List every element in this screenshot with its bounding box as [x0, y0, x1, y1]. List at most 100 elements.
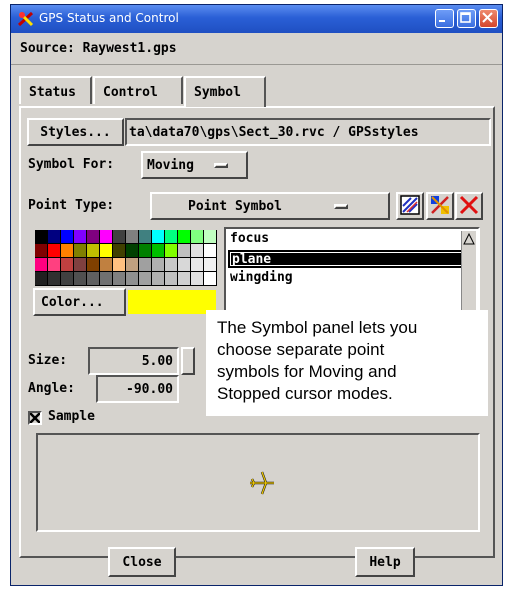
source-label: Source:	[20, 41, 75, 56]
palette-color-cell[interactable]	[35, 258, 48, 272]
source-value: Raywest1.gps	[82, 41, 177, 56]
size-unit-button[interactable]	[181, 347, 195, 375]
color-swatch	[128, 290, 216, 314]
palette-color-cell[interactable]	[178, 244, 191, 258]
note-line: symbols for Moving and	[217, 362, 397, 381]
palette-color-cell[interactable]	[152, 244, 165, 258]
palette-color-cell[interactable]	[204, 258, 217, 272]
palette-color-cell[interactable]	[204, 244, 217, 258]
palette-color-cell[interactable]	[35, 230, 48, 244]
palette-color-cell[interactable]	[152, 272, 165, 286]
palette-color-cell[interactable]	[100, 258, 113, 272]
palette-color-cell[interactable]	[191, 272, 204, 286]
palette-color-cell[interactable]	[165, 258, 178, 272]
palette-color-cell[interactable]	[191, 244, 204, 258]
maximize-button[interactable]	[457, 9, 476, 28]
palette-color-cell[interactable]	[152, 258, 165, 272]
gps-status-window: GPS Status and Control Source: Raywest1.…	[10, 4, 503, 586]
palette-color-cell[interactable]	[165, 230, 178, 244]
palette-color-cell[interactable]	[126, 258, 139, 272]
palette-color-cell[interactable]	[87, 272, 100, 286]
color-palette[interactable]	[35, 230, 217, 286]
palette-color-cell[interactable]	[87, 258, 100, 272]
angle-field[interactable]: -90.00	[96, 375, 179, 403]
minimize-button[interactable]	[435, 9, 454, 28]
palette-color-cell[interactable]	[74, 230, 87, 244]
palette-color-cell[interactable]	[204, 230, 217, 244]
palette-color-cell[interactable]	[126, 230, 139, 244]
tab-status[interactable]: Status	[19, 76, 92, 104]
list-item-plane[interactable]: plane	[228, 250, 468, 268]
dropdown-indicator-icon	[333, 204, 348, 209]
palette-color-cell[interactable]	[113, 272, 126, 286]
palette-color-cell[interactable]	[204, 272, 217, 286]
palette-color-cell[interactable]	[100, 272, 113, 286]
scroll-up-arrow-icon[interactable]	[462, 232, 476, 246]
dropdown-indicator-icon	[213, 163, 228, 168]
styles-button[interactable]: Styles...	[27, 118, 124, 146]
palette-color-cell[interactable]	[139, 272, 152, 286]
palette-color-cell[interactable]	[178, 272, 191, 286]
close-window-button[interactable]	[479, 9, 498, 28]
palette-color-cell[interactable]	[191, 230, 204, 244]
palette-color-cell[interactable]	[139, 230, 152, 244]
palette-color-cell[interactable]	[48, 258, 61, 272]
checkmark-icon	[30, 413, 40, 423]
palette-color-cell[interactable]	[87, 244, 100, 258]
palette-color-cell[interactable]	[165, 244, 178, 258]
size-field[interactable]: 5.00	[88, 347, 179, 375]
palette-color-cell[interactable]	[113, 244, 126, 258]
maximize-icon	[460, 12, 471, 23]
palette-color-cell[interactable]	[87, 230, 100, 244]
symbol-for-dropdown[interactable]: Moving	[141, 151, 248, 179]
title-bar[interactable]: GPS Status and Control	[11, 5, 502, 33]
point-type-dropdown[interactable]: Point Symbol	[150, 192, 390, 220]
palette-color-cell[interactable]	[178, 258, 191, 272]
palette-color-cell[interactable]	[48, 272, 61, 286]
point-type-value: Point Symbol	[188, 199, 282, 214]
draw-symbol-icon	[400, 195, 420, 215]
point-type-label: Point Type:	[28, 198, 115, 213]
symbol-for-label: Symbol For:	[28, 157, 115, 172]
palette-color-cell[interactable]	[139, 258, 152, 272]
palette-color-cell[interactable]	[178, 230, 191, 244]
palette-color-cell[interactable]	[48, 230, 61, 244]
palette-color-cell[interactable]	[126, 244, 139, 258]
annotation-note: The Symbol panel lets you choose separat…	[206, 310, 488, 416]
palette-color-cell[interactable]	[61, 230, 74, 244]
palette-color-cell[interactable]	[113, 258, 126, 272]
palette-color-cell[interactable]	[165, 272, 178, 286]
palette-color-cell[interactable]	[139, 244, 152, 258]
source-row: Source: Raywest1.gps	[11, 33, 502, 65]
palette-color-cell[interactable]	[61, 258, 74, 272]
list-item-focus[interactable]: focus	[228, 231, 468, 249]
palette-color-cell[interactable]	[74, 272, 87, 286]
sample-checkbox[interactable]	[28, 411, 42, 425]
palette-color-cell[interactable]	[113, 230, 126, 244]
palette-color-cell[interactable]	[191, 258, 204, 272]
tab-symbol[interactable]: Symbol	[184, 76, 266, 107]
close-button[interactable]: Close	[108, 547, 176, 577]
palette-color-cell[interactable]	[35, 272, 48, 286]
app-icon	[17, 11, 34, 27]
palette-color-cell[interactable]	[100, 244, 113, 258]
palette-color-cell[interactable]	[48, 244, 61, 258]
list-item-wingding[interactable]: wingding	[228, 270, 468, 288]
palette-color-cell[interactable]	[35, 244, 48, 258]
multi-symbol-button[interactable]	[426, 192, 454, 220]
help-button[interactable]: Help	[355, 547, 415, 577]
palette-color-cell[interactable]	[61, 244, 74, 258]
palette-color-cell[interactable]	[100, 230, 113, 244]
palette-color-cell[interactable]	[126, 272, 139, 286]
note-line: The Symbol panel lets you	[217, 318, 418, 337]
palette-color-cell[interactable]	[61, 272, 74, 286]
palette-color-cell[interactable]	[152, 230, 165, 244]
tab-control[interactable]: Control	[93, 76, 183, 104]
styles-path-field[interactable]: ta\data70\gps\Sect_30.rvc / GPSstyles	[125, 118, 491, 146]
draw-symbol-button[interactable]	[396, 192, 424, 220]
color-button[interactable]: Color...	[33, 288, 126, 316]
palette-color-cell[interactable]	[74, 244, 87, 258]
delete-symbol-button[interactable]	[455, 192, 483, 220]
palette-color-cell[interactable]	[74, 258, 87, 272]
close-icon	[482, 12, 493, 23]
